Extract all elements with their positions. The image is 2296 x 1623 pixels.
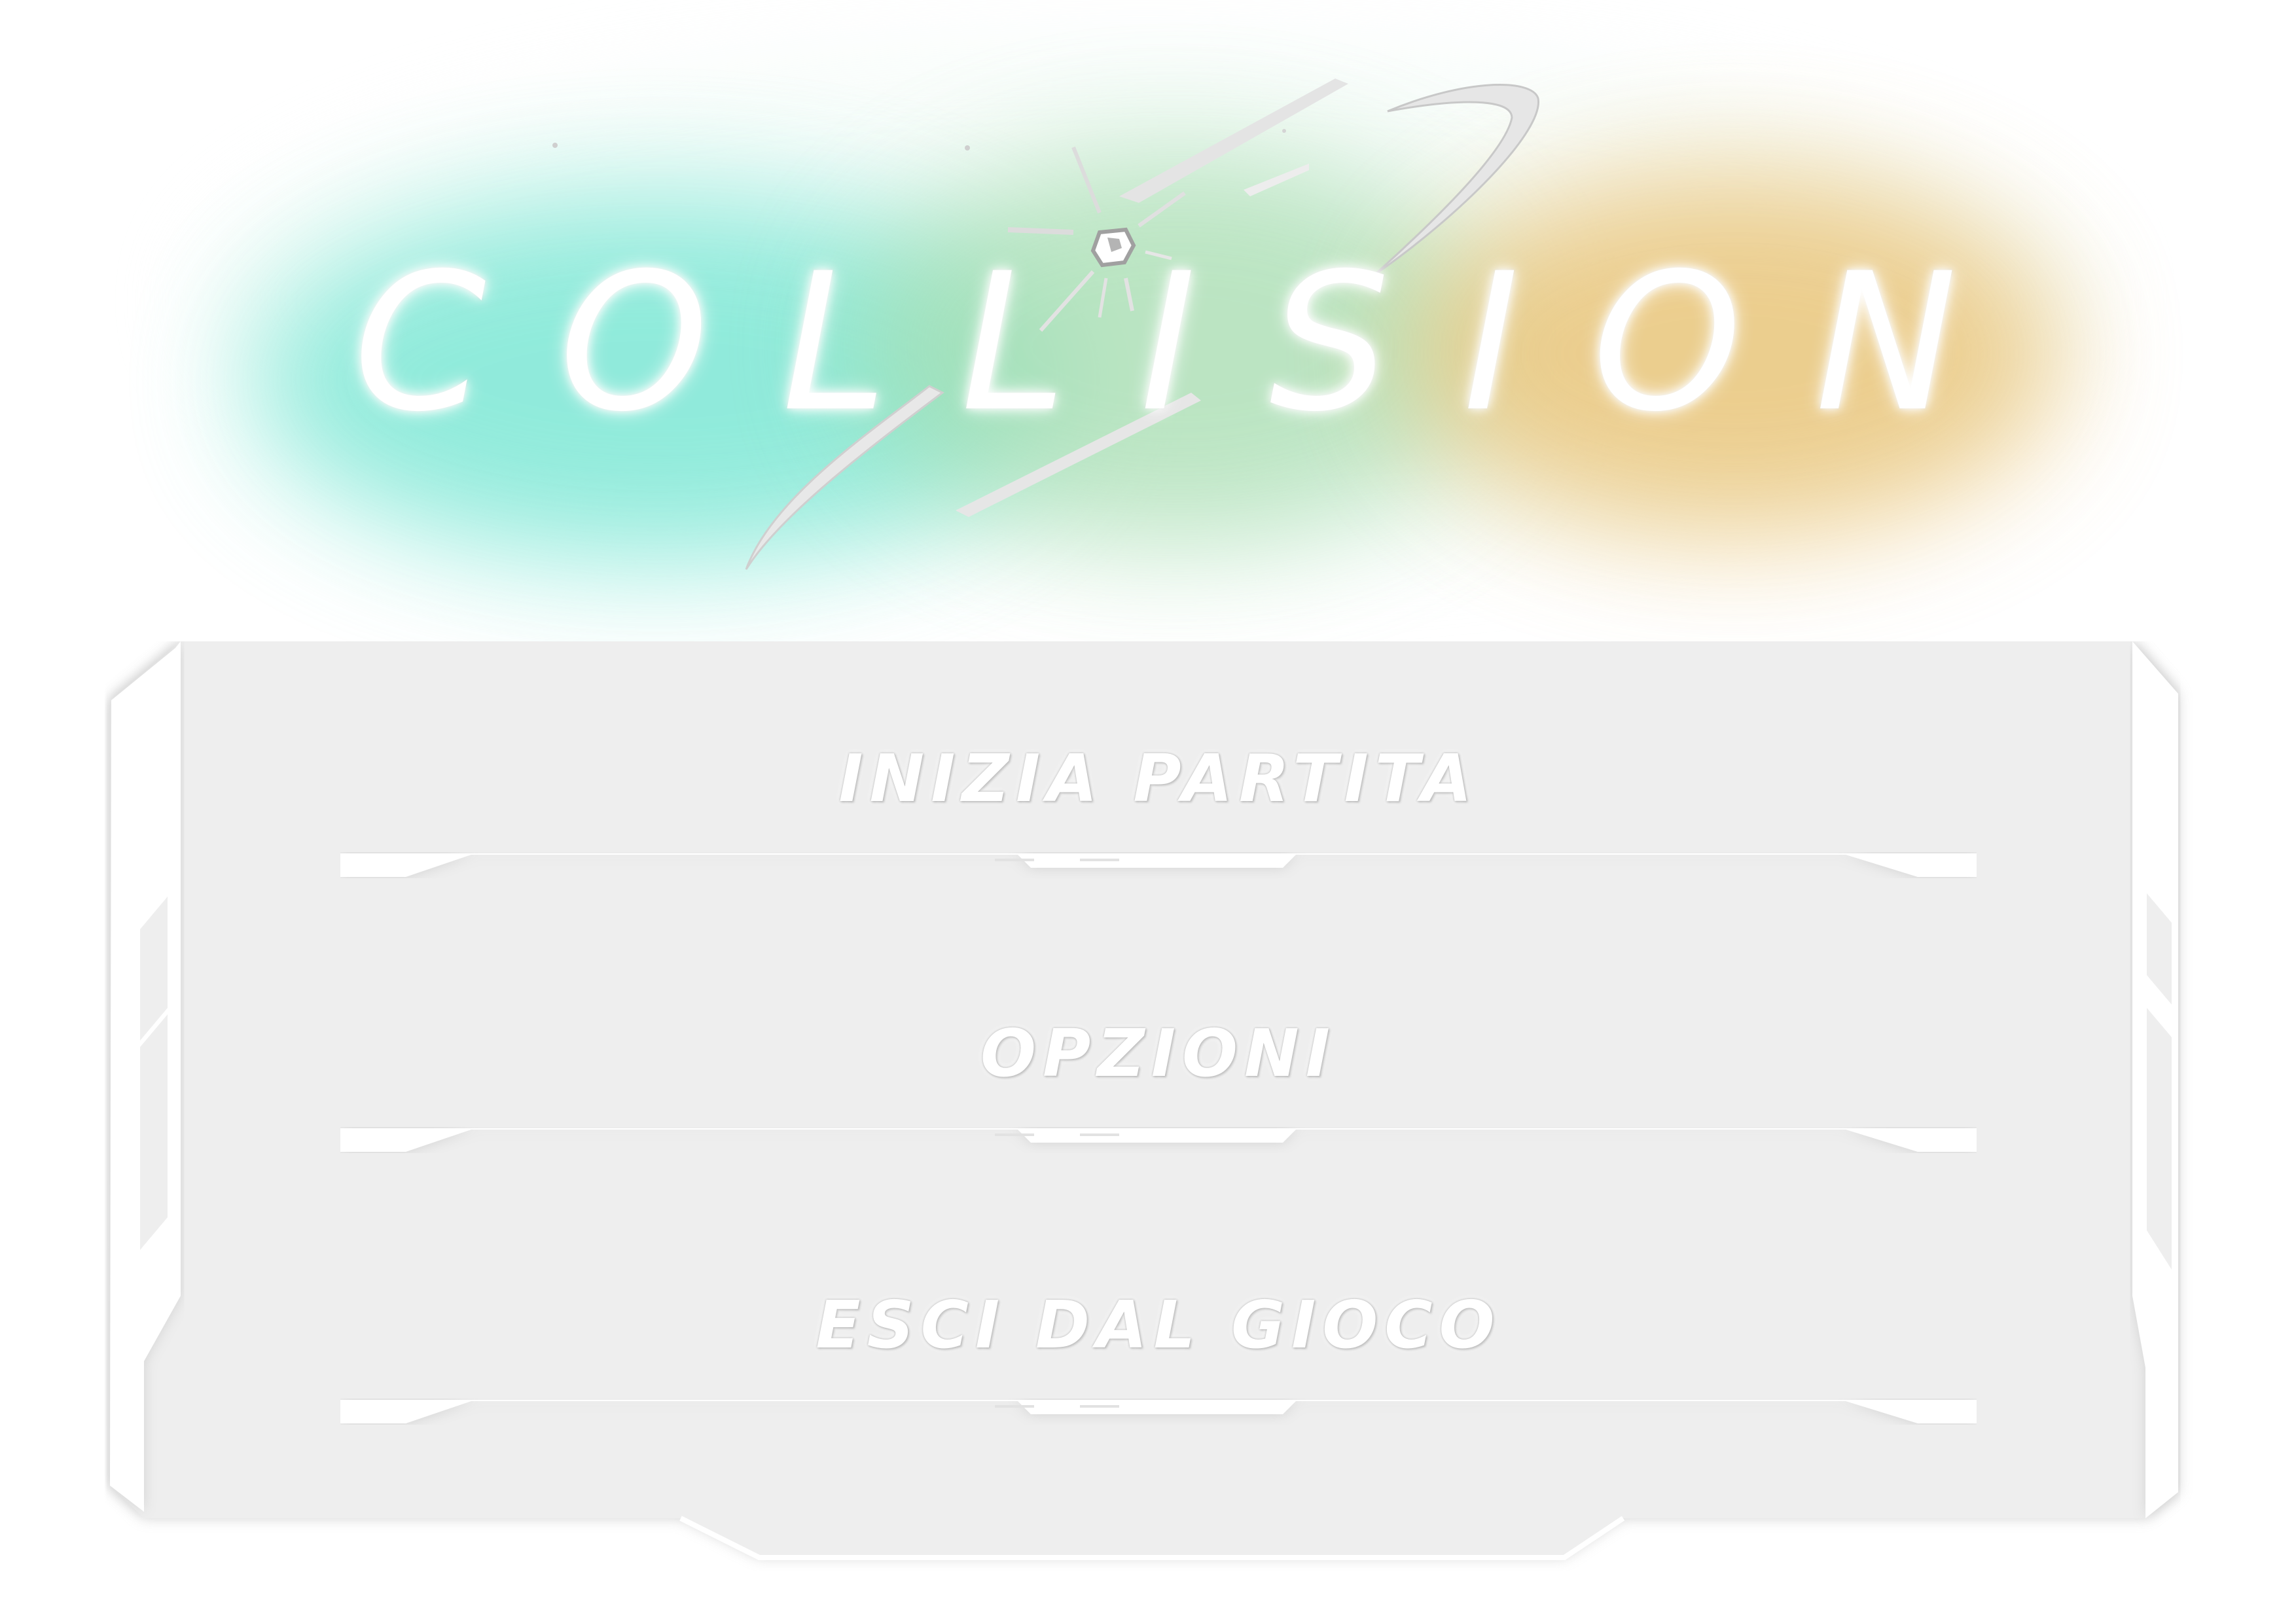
start-game-label: INIZIA PARTITA (838, 740, 1479, 817)
frame-right-notch-lower (2147, 1008, 2172, 1270)
options-button[interactable]: OPZIONI (340, 1014, 1977, 1263)
menu-divider (340, 1128, 1977, 1152)
main-menu-panel: INIZIA PARTITA OPZIONI ESCI DAL GIOCO (105, 641, 2217, 1571)
quit-game-label: ESCI DAL GIOCO (816, 1287, 1501, 1363)
star-icon (965, 145, 970, 151)
game-logo: COLLISION (0, 0, 2296, 628)
meteor-streak-upper-icon (1119, 79, 1348, 203)
quit-game-button[interactable]: ESCI DAL GIOCO (340, 1286, 1977, 1535)
game-title: COLLISION (353, 233, 2031, 454)
menu-divider (340, 1400, 1977, 1423)
menu-divider (340, 853, 1977, 877)
star-icon (552, 143, 558, 148)
start-game-button[interactable]: INIZIA PARTITA (340, 740, 1977, 988)
options-label: OPZIONI (980, 1015, 1336, 1092)
frame-left-notch-lower (140, 1014, 168, 1250)
star-icon (1282, 129, 1286, 133)
